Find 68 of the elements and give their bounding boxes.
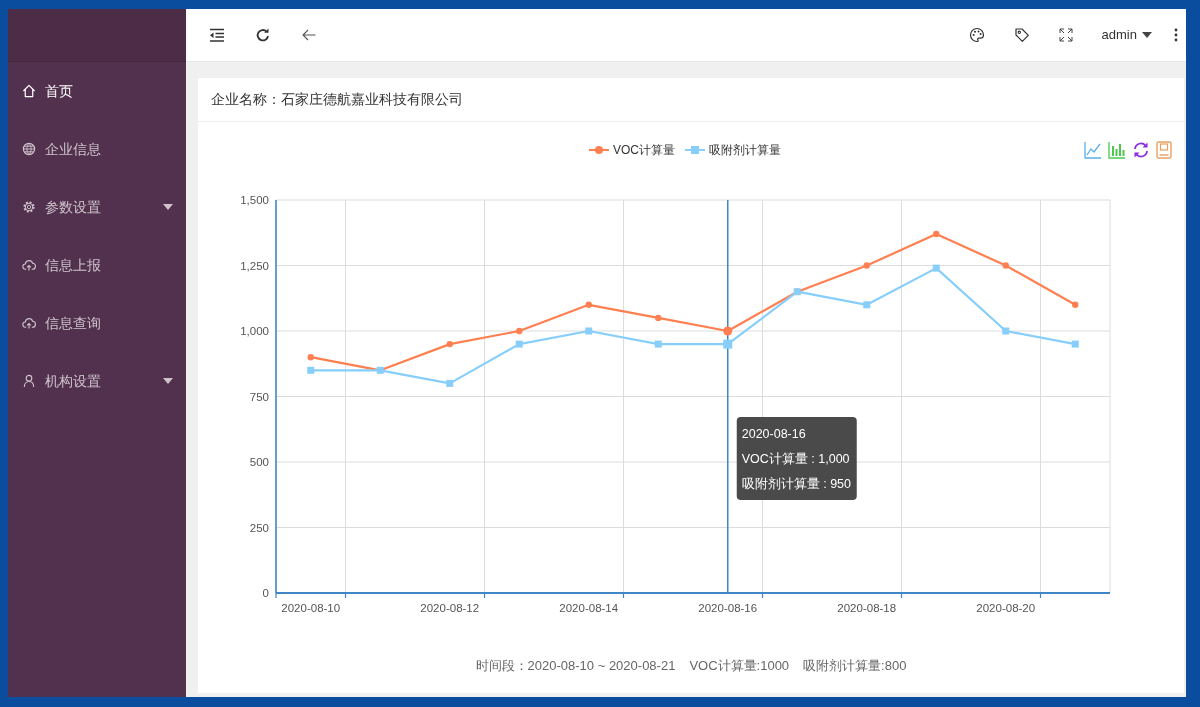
x-axis-label: 2020-08-10 bbox=[281, 602, 341, 614]
sidebar-item[interactable]: 参数设置 bbox=[8, 178, 186, 236]
data-point bbox=[723, 326, 733, 336]
data-point bbox=[1072, 301, 1079, 308]
y-axis-label: 250 bbox=[249, 521, 269, 534]
summary-text: 时间段：2020-08-10 ~ 2020-08-21 bbox=[475, 657, 676, 675]
gear-icon bbox=[22, 200, 36, 214]
data-point bbox=[655, 314, 662, 322]
data-point bbox=[1071, 340, 1079, 348]
sidebar-item[interactable]: 企业信息 bbox=[8, 120, 186, 178]
data-point bbox=[863, 262, 870, 269]
y-axis-label: 500 bbox=[249, 456, 269, 468]
x-axis-label: 2020-08-16 bbox=[698, 602, 758, 614]
sidebar-item[interactable]: 信息上报 bbox=[8, 236, 186, 294]
home-icon bbox=[22, 84, 36, 98]
x-axis-label: 2020-08-18 bbox=[837, 602, 897, 614]
x-axis-label: 2020-08-14 bbox=[559, 602, 619, 614]
fullscreen-icon[interactable] bbox=[1058, 28, 1073, 42]
summary-text: VOC计算量:1000 bbox=[689, 657, 790, 675]
data-point bbox=[723, 339, 733, 349]
tooltip-title: 2020-08-16 bbox=[741, 427, 806, 441]
y-axis-label: 750 bbox=[249, 390, 269, 403]
caret-down-icon bbox=[163, 204, 173, 210]
data-point bbox=[307, 366, 315, 374]
data-point bbox=[307, 354, 314, 361]
refresh-icon[interactable] bbox=[255, 27, 271, 43]
data-point bbox=[933, 230, 940, 238]
sidebar-item[interactable]: 机构设置 bbox=[8, 352, 186, 410]
data-point bbox=[376, 366, 384, 374]
refresh-arrows-icon[interactable] bbox=[1132, 141, 1150, 159]
sidebar-item[interactable]: 信息查询 bbox=[8, 294, 186, 352]
tooltip-text: 吸附剂计算量 : 950 bbox=[741, 477, 852, 491]
cloud-upload-icon bbox=[22, 258, 36, 272]
data-point bbox=[1002, 262, 1009, 269]
x-axis-label: 2020-08-12 bbox=[420, 602, 480, 614]
y-axis-label: 1,250 bbox=[240, 259, 269, 272]
data-point bbox=[932, 264, 940, 272]
globe-icon bbox=[22, 142, 36, 156]
y-axis-label: 0 bbox=[262, 587, 269, 599]
cloud-upload-icon bbox=[22, 316, 36, 330]
summary-text: 吸附剂计算量:800 bbox=[803, 657, 907, 675]
legend-item[interactable]: 吸附剂计算量 bbox=[685, 141, 781, 159]
data-point bbox=[863, 301, 871, 309]
data-point bbox=[515, 340, 523, 348]
caret-down-icon bbox=[1142, 32, 1152, 38]
tag-icon[interactable] bbox=[1013, 27, 1030, 43]
user-menu[interactable]: admin bbox=[1101, 25, 1152, 45]
data-point bbox=[654, 340, 662, 348]
y-axis-label: 1,000 bbox=[240, 325, 269, 337]
more-vertical-icon[interactable] bbox=[1174, 28, 1178, 42]
user-icon bbox=[22, 374, 36, 388]
company-name-text: 企业名称：石家庄德航嘉业科技有限公司 bbox=[211, 90, 463, 109]
back-arrow-icon[interactable] bbox=[301, 27, 317, 43]
data-point bbox=[585, 301, 592, 308]
menu-fold-icon[interactable] bbox=[209, 27, 225, 43]
legend-item[interactable]: VOC计算量 bbox=[589, 141, 675, 159]
y-axis-label: 1,500 bbox=[240, 194, 269, 206]
data-point bbox=[446, 340, 453, 348]
data-point bbox=[793, 288, 801, 296]
data-point bbox=[1002, 327, 1010, 335]
caret-down-icon bbox=[163, 378, 173, 384]
data-point bbox=[585, 327, 593, 335]
data-point bbox=[446, 379, 454, 387]
palette-icon[interactable] bbox=[968, 27, 985, 43]
data-point bbox=[516, 327, 523, 335]
sidebar-item[interactable]: 首页 bbox=[8, 62, 186, 120]
x-axis-label: 2020-08-20 bbox=[976, 602, 1036, 614]
tooltip-text: VOC计算量 : 1,000 bbox=[741, 452, 850, 466]
